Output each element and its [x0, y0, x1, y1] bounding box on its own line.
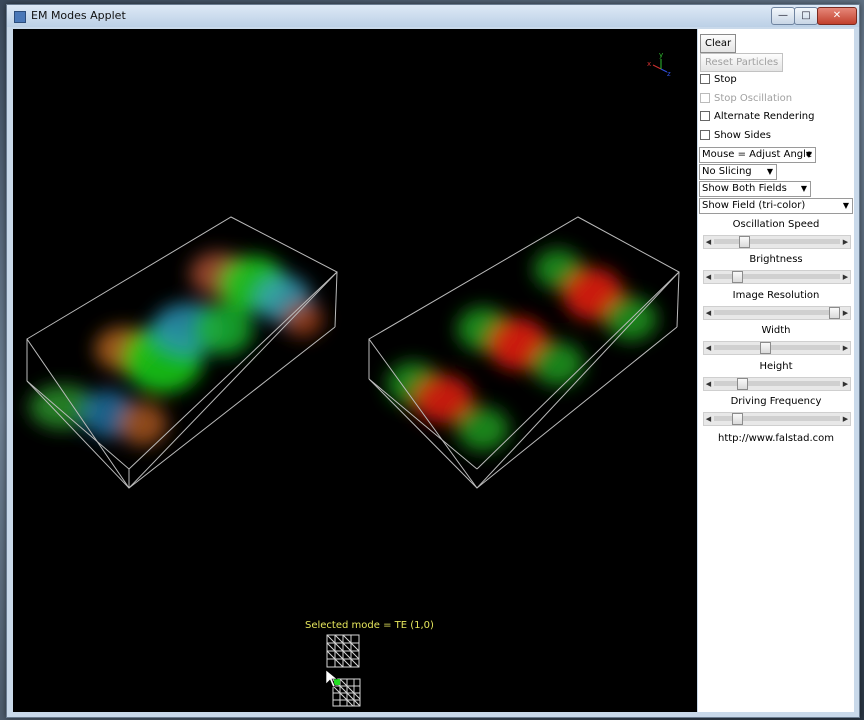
- clear-button[interactable]: Clear: [700, 34, 737, 53]
- width-slider[interactable]: ◀ ▶: [703, 341, 851, 355]
- simulation-canvas[interactable]: x y z Selected mode = TE (1,0): [13, 29, 697, 712]
- scroll-left-icon[interactable]: ◀: [704, 413, 713, 425]
- scroll-right-icon[interactable]: ▶: [841, 236, 850, 248]
- oscillation-speed-slider[interactable]: ◀ ▶: [703, 235, 851, 249]
- mode-selector-te[interactable]: [326, 634, 360, 668]
- scroll-right-icon[interactable]: ▶: [841, 342, 850, 354]
- fields-value: Show Both Fields: [702, 183, 787, 194]
- show-sides-label: Show Sides: [714, 130, 771, 141]
- slider-thumb[interactable]: [760, 342, 771, 354]
- control-panel: Clear Reset Particles Stop Stop Oscillat…: [698, 29, 854, 712]
- checkbox-icon: [700, 74, 710, 84]
- checkbox-icon: [700, 93, 710, 103]
- slider-thumb[interactable]: [737, 378, 748, 390]
- field-display-select[interactable]: Show Field (tri-color) ▼: [699, 198, 853, 214]
- slider-track: [714, 310, 840, 315]
- title-bar[interactable]: EM Modes Applet — □ ✕: [7, 5, 859, 27]
- mouse-mode-value: Mouse = Adjust Angle: [702, 149, 813, 160]
- app-icon: [14, 11, 26, 23]
- chevron-down-icon: ▼: [766, 167, 773, 176]
- brightness-label: Brightness: [749, 254, 803, 265]
- height-label: Height: [759, 361, 793, 372]
- axis-z-label: z: [667, 70, 671, 78]
- checkbox-icon: [700, 130, 710, 140]
- chevron-down-icon: ▼: [805, 150, 812, 159]
- slider-thumb[interactable]: [732, 413, 744, 425]
- scroll-left-icon[interactable]: ◀: [704, 271, 713, 283]
- slider-thumb[interactable]: [829, 307, 840, 319]
- alternate-rendering-label: Alternate Rendering: [714, 111, 815, 122]
- alternate-rendering-checkbox[interactable]: Alternate Rendering: [700, 110, 814, 124]
- window-title: EM Modes Applet: [31, 9, 126, 22]
- scroll-right-icon[interactable]: ▶: [841, 307, 850, 319]
- slider-thumb[interactable]: [739, 236, 751, 248]
- width-label: Width: [761, 325, 791, 336]
- image-resolution-slider[interactable]: ◀ ▶: [703, 306, 851, 320]
- axis-indicator-icon: x y z: [647, 51, 671, 78]
- stop-oscillation-label: Stop Oscillation: [714, 93, 793, 104]
- website-link[interactable]: http://www.falstad.com: [698, 433, 854, 444]
- height-slider[interactable]: ◀ ▶: [703, 377, 851, 391]
- slider-thumb[interactable]: [732, 271, 744, 283]
- scroll-left-icon[interactable]: ◀: [704, 307, 713, 319]
- scroll-left-icon[interactable]: ◀: [704, 378, 713, 390]
- brightness-slider[interactable]: ◀ ▶: [703, 270, 851, 284]
- selected-mode-label: Selected mode = TE (1,0): [305, 620, 434, 631]
- axis-y-label: y: [659, 51, 663, 59]
- scroll-right-icon[interactable]: ▶: [841, 378, 850, 390]
- slicing-select[interactable]: No Slicing ▼: [699, 164, 777, 180]
- field-display-value: Show Field (tri-color): [702, 200, 806, 211]
- mouse-mode-select[interactable]: Mouse = Adjust Angle ▼: [699, 147, 816, 163]
- slider-track: [714, 381, 840, 386]
- slicing-value: No Slicing: [702, 166, 752, 177]
- fields-select[interactable]: Show Both Fields ▼: [699, 181, 811, 197]
- stop-checkbox[interactable]: Stop: [700, 73, 737, 87]
- close-button[interactable]: ✕: [817, 7, 857, 25]
- axis-x-label: x: [647, 60, 651, 68]
- left-field-box: [29, 252, 323, 446]
- chevron-down-icon: ▼: [800, 184, 807, 193]
- scroll-right-icon[interactable]: ▶: [841, 413, 850, 425]
- image-resolution-label: Image Resolution: [732, 290, 820, 301]
- right-field-box: [387, 249, 657, 451]
- stop-oscillation-checkbox[interactable]: Stop Oscillation: [700, 92, 792, 106]
- field-visualization: x y z: [26, 51, 680, 707]
- oscillation-speed-label: Oscillation Speed: [732, 219, 820, 230]
- chevron-down-icon: ▼: [842, 201, 849, 210]
- scroll-left-icon[interactable]: ◀: [704, 342, 713, 354]
- scroll-left-icon[interactable]: ◀: [704, 236, 713, 248]
- reset-particles-button[interactable]: Reset Particles: [700, 53, 784, 72]
- show-sides-checkbox[interactable]: Show Sides: [700, 129, 771, 143]
- slider-track: [714, 239, 840, 244]
- selected-mode-cell: [334, 679, 340, 685]
- driving-frequency-slider[interactable]: ◀ ▶: [703, 412, 851, 426]
- maximize-button[interactable]: □: [794, 7, 818, 25]
- driving-frequency-label: Driving Frequency: [730, 396, 822, 407]
- applet-window: EM Modes Applet — □ ✕ x y z Selected mod…: [6, 4, 860, 718]
- slider-track: [714, 345, 840, 350]
- minimize-button[interactable]: —: [771, 7, 795, 25]
- scroll-right-icon[interactable]: ▶: [841, 271, 850, 283]
- checkbox-icon: [700, 111, 710, 121]
- stop-label: Stop: [714, 74, 737, 85]
